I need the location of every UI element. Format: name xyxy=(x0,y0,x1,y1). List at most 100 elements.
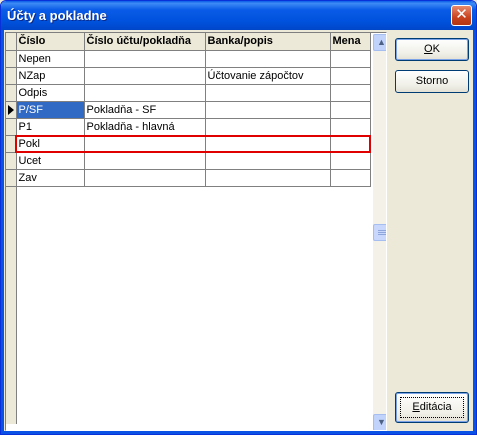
cell-account[interactable]: Pokladňa - hlavná xyxy=(84,118,206,136)
cell-code[interactable]: NZap xyxy=(16,67,85,85)
cell-account[interactable] xyxy=(84,186,205,203)
cell-currency[interactable] xyxy=(330,135,371,153)
cell-code[interactable] xyxy=(16,407,84,424)
empty-row[interactable] xyxy=(6,373,370,390)
empty-row[interactable] xyxy=(6,407,370,424)
empty-row[interactable] xyxy=(6,305,370,322)
cell-account[interactable]: Pokladňa - SF xyxy=(84,101,206,119)
cell-code[interactable] xyxy=(16,305,84,322)
cell-code[interactable]: Zav xyxy=(16,169,85,187)
cell-account[interactable] xyxy=(84,373,205,390)
cell-currency[interactable] xyxy=(330,118,371,136)
table-row[interactable]: Odpis xyxy=(6,84,371,102)
cell-bank[interactable] xyxy=(205,339,330,356)
cell-currency[interactable] xyxy=(330,305,370,322)
cell-code[interactable] xyxy=(16,237,84,254)
cell-currency[interactable] xyxy=(330,271,370,288)
column-header-currency[interactable]: Mena xyxy=(330,33,371,51)
cell-account[interactable] xyxy=(84,407,205,424)
ok-button[interactable]: OK xyxy=(395,38,469,61)
cell-code[interactable] xyxy=(16,339,84,356)
cell-bank[interactable] xyxy=(205,220,330,237)
column-header-account[interactable]: Číslo účtu/pokladňa xyxy=(84,33,206,51)
scroll-up-button[interactable]: ▲ xyxy=(373,34,386,51)
cell-account[interactable] xyxy=(84,305,205,322)
cell-currency[interactable] xyxy=(330,254,370,271)
cell-currency[interactable] xyxy=(330,50,371,68)
cell-code[interactable] xyxy=(16,254,84,271)
cell-code[interactable] xyxy=(16,288,84,305)
cell-account[interactable] xyxy=(84,356,205,373)
storno-button[interactable]: Storno xyxy=(395,70,469,93)
cell-bank[interactable] xyxy=(205,390,330,407)
cell-account[interactable] xyxy=(84,169,206,187)
cell-code[interactable] xyxy=(16,186,84,203)
cell-code[interactable] xyxy=(16,322,84,339)
table-row[interactable]: Pokl xyxy=(6,135,371,153)
cell-code[interactable] xyxy=(16,356,84,373)
table-row[interactable]: Zav xyxy=(6,169,371,187)
cell-bank[interactable] xyxy=(205,288,330,305)
cell-currency[interactable] xyxy=(330,220,370,237)
vertical-scrollbar[interactable]: ▲ ▼ xyxy=(373,34,386,430)
cell-currency[interactable] xyxy=(330,237,370,254)
cell-code[interactable]: Pokl xyxy=(16,135,85,153)
cell-account[interactable] xyxy=(84,237,205,254)
cell-code[interactable] xyxy=(16,220,84,237)
cell-bank[interactable] xyxy=(205,84,331,102)
cell-currency[interactable] xyxy=(330,356,370,373)
cell-bank[interactable] xyxy=(205,186,330,203)
cell-code[interactable]: Ucet xyxy=(16,152,85,170)
empty-row[interactable] xyxy=(6,271,370,288)
cell-account[interactable] xyxy=(84,254,205,271)
cell-code[interactable] xyxy=(16,373,84,390)
cell-currency[interactable] xyxy=(330,67,371,85)
empty-row[interactable] xyxy=(6,322,370,339)
cell-currency[interactable] xyxy=(330,339,370,356)
cell-code[interactable]: Nepen xyxy=(16,50,85,68)
cell-bank[interactable] xyxy=(205,101,331,119)
empty-row[interactable] xyxy=(6,356,370,373)
cell-account[interactable] xyxy=(84,84,206,102)
cell-bank[interactable] xyxy=(205,135,331,153)
cell-account[interactable] xyxy=(84,220,205,237)
cell-code[interactable] xyxy=(16,271,84,288)
column-header-bank[interactable]: Banka/popis xyxy=(205,33,331,51)
cell-account[interactable] xyxy=(84,322,205,339)
cell-account[interactable] xyxy=(84,50,206,68)
scroll-thumb[interactable] xyxy=(373,224,386,241)
cell-code[interactable] xyxy=(16,203,84,220)
cell-code[interactable]: P1 xyxy=(16,118,85,136)
edit-button[interactable]: Editácia xyxy=(395,392,469,423)
accounts-grid[interactable]: Číslo Číslo účtu/pokladňa Banka/popis Me… xyxy=(5,32,387,431)
cell-currency[interactable] xyxy=(330,288,370,305)
cell-currency[interactable] xyxy=(330,169,371,187)
cell-currency[interactable] xyxy=(330,407,370,424)
table-row[interactable]: P1 Pokladňa - hlavná xyxy=(6,118,371,136)
empty-row[interactable] xyxy=(6,186,370,203)
cell-currency[interactable] xyxy=(330,186,370,203)
table-row[interactable]: Nepen xyxy=(6,50,371,68)
cell-bank[interactable]: Účtovanie zápočtov xyxy=(205,67,331,85)
cell-bank[interactable] xyxy=(205,373,330,390)
cell-bank[interactable] xyxy=(205,118,331,136)
cell-bank[interactable] xyxy=(205,356,330,373)
cell-bank[interactable] xyxy=(205,237,330,254)
table-row[interactable]: Ucet xyxy=(6,152,371,170)
table-row[interactable]: P/SF Pokladňa - SF xyxy=(6,101,371,119)
empty-row[interactable] xyxy=(6,237,370,254)
cell-currency[interactable] xyxy=(330,101,371,119)
cell-bank[interactable] xyxy=(205,169,331,187)
cell-bank[interactable] xyxy=(205,322,330,339)
empty-row[interactable] xyxy=(6,220,370,237)
column-header-code[interactable]: Číslo xyxy=(16,33,85,51)
cell-currency[interactable] xyxy=(330,152,371,170)
scroll-down-button[interactable]: ▼ xyxy=(373,414,386,430)
cell-bank[interactable] xyxy=(205,254,330,271)
cell-currency[interactable] xyxy=(330,373,370,390)
cell-bank[interactable] xyxy=(205,407,330,424)
cell-bank[interactable] xyxy=(205,152,331,170)
cell-currency[interactable] xyxy=(330,203,370,220)
cell-account[interactable] xyxy=(84,288,205,305)
cell-account[interactable] xyxy=(84,339,205,356)
